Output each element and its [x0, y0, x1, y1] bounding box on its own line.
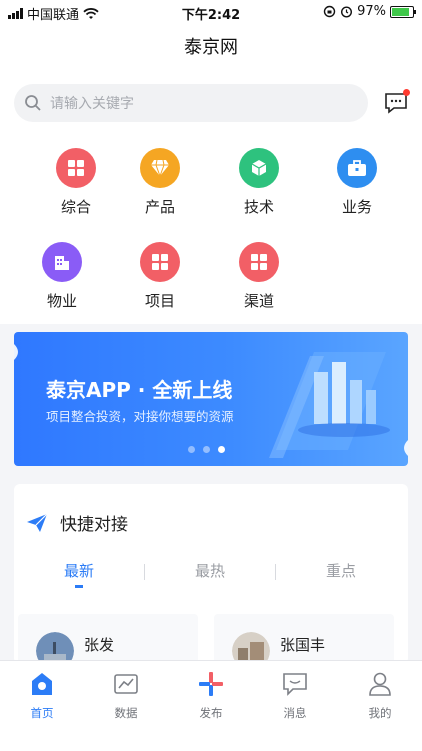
category-label: 项目: [144, 292, 175, 310]
diamond-icon: [140, 148, 180, 188]
tab-label: 我的: [368, 706, 392, 720]
banner-pagination[interactable]: [188, 446, 225, 453]
battery-icon: [390, 5, 416, 18]
tab-label: 数据: [114, 706, 138, 720]
tab-label: 发布: [199, 706, 223, 720]
notification-badge: [403, 89, 410, 96]
tab-label: 最新: [63, 562, 94, 580]
tab-data[interactable]: 数据: [84, 671, 168, 721]
tab-label: 消息: [283, 706, 307, 720]
tab-publish[interactable]: 发布: [169, 671, 253, 721]
bottom-tab-bar: 首页 数据 发布 消息 我的: [0, 660, 422, 751]
tab-messages[interactable]: 消息: [253, 671, 337, 721]
category-item[interactable]: 物业: [12, 242, 112, 311]
pagination-dot-active[interactable]: [218, 446, 225, 453]
contact-name: 张发: [84, 636, 115, 654]
search-input[interactable]: 请输入关键字: [14, 84, 368, 122]
quick-connect-section: 快捷对接 最新 最热 重点 张发 张国丰: [14, 484, 408, 674]
category-item[interactable]: 项目: [110, 242, 210, 311]
contact-name: 张国丰: [280, 636, 326, 654]
category-grid: 综合 产品 技术 业务 物业 项目 渠道: [0, 134, 422, 324]
status-bar: 中国联通 下午2:42 97%: [0, 0, 422, 24]
section-header: 快捷对接: [26, 510, 128, 535]
tab-latest[interactable]: 最新: [14, 560, 144, 588]
section-title: 快捷对接: [60, 515, 128, 535]
category-label: 业务: [341, 198, 372, 216]
tab-key[interactable]: 重点: [276, 560, 406, 581]
category-label: 渠道: [243, 292, 274, 310]
promo-banner[interactable]: 泰京APP · 全新上线 项目整合投资，对接你想要的资源: [14, 332, 408, 466]
banner-subtitle: 项目整合投资，对接你想要的资源: [46, 409, 234, 424]
grid-icon: [140, 242, 180, 282]
banner-title: 泰京APP · 全新上线: [46, 378, 233, 402]
tab-label: 首页: [30, 706, 54, 720]
paper-plane-icon: [27, 513, 48, 532]
grid-icon: [56, 148, 96, 188]
tab-profile[interactable]: 我的: [338, 671, 422, 721]
building-icon: [42, 242, 82, 282]
category-label: 产品: [144, 198, 175, 216]
tab-hot[interactable]: 最热: [145, 560, 275, 581]
chart-icon: [114, 674, 138, 694]
category-item[interactable]: 技术: [209, 148, 309, 217]
search-row: 请输入关键字: [0, 72, 422, 134]
briefcase-icon: [337, 148, 377, 188]
rotation-lock-icon: [323, 5, 336, 18]
home-icon: [32, 673, 52, 695]
plus-icon: [199, 672, 223, 696]
search-placeholder: 请输入关键字: [50, 96, 134, 112]
category-item[interactable]: 产品: [110, 148, 210, 217]
page-title: 泰京网: [0, 24, 422, 72]
pagination-dot[interactable]: [188, 446, 195, 453]
quick-tabs: 最新 最热 重点: [14, 560, 408, 590]
tab-indicator: [75, 585, 83, 588]
category-label: 物业: [46, 292, 77, 310]
category-item[interactable]: 渠道: [209, 242, 309, 311]
message-button[interactable]: [384, 89, 410, 114]
chat-icon: [283, 673, 307, 696]
tab-home[interactable]: 首页: [0, 671, 84, 721]
cube-icon: [239, 148, 279, 188]
battery-percent: 97%: [357, 4, 386, 19]
alarm-icon: [341, 6, 353, 18]
tab-label: 最热: [194, 562, 225, 580]
pagination-dot[interactable]: [203, 446, 210, 453]
user-icon: [369, 672, 391, 696]
tab-label: 重点: [325, 562, 356, 580]
category-item[interactable]: 业务: [307, 148, 407, 217]
grid-icon: [239, 242, 279, 282]
category-label: 技术: [243, 198, 274, 216]
search-icon: [25, 95, 41, 111]
